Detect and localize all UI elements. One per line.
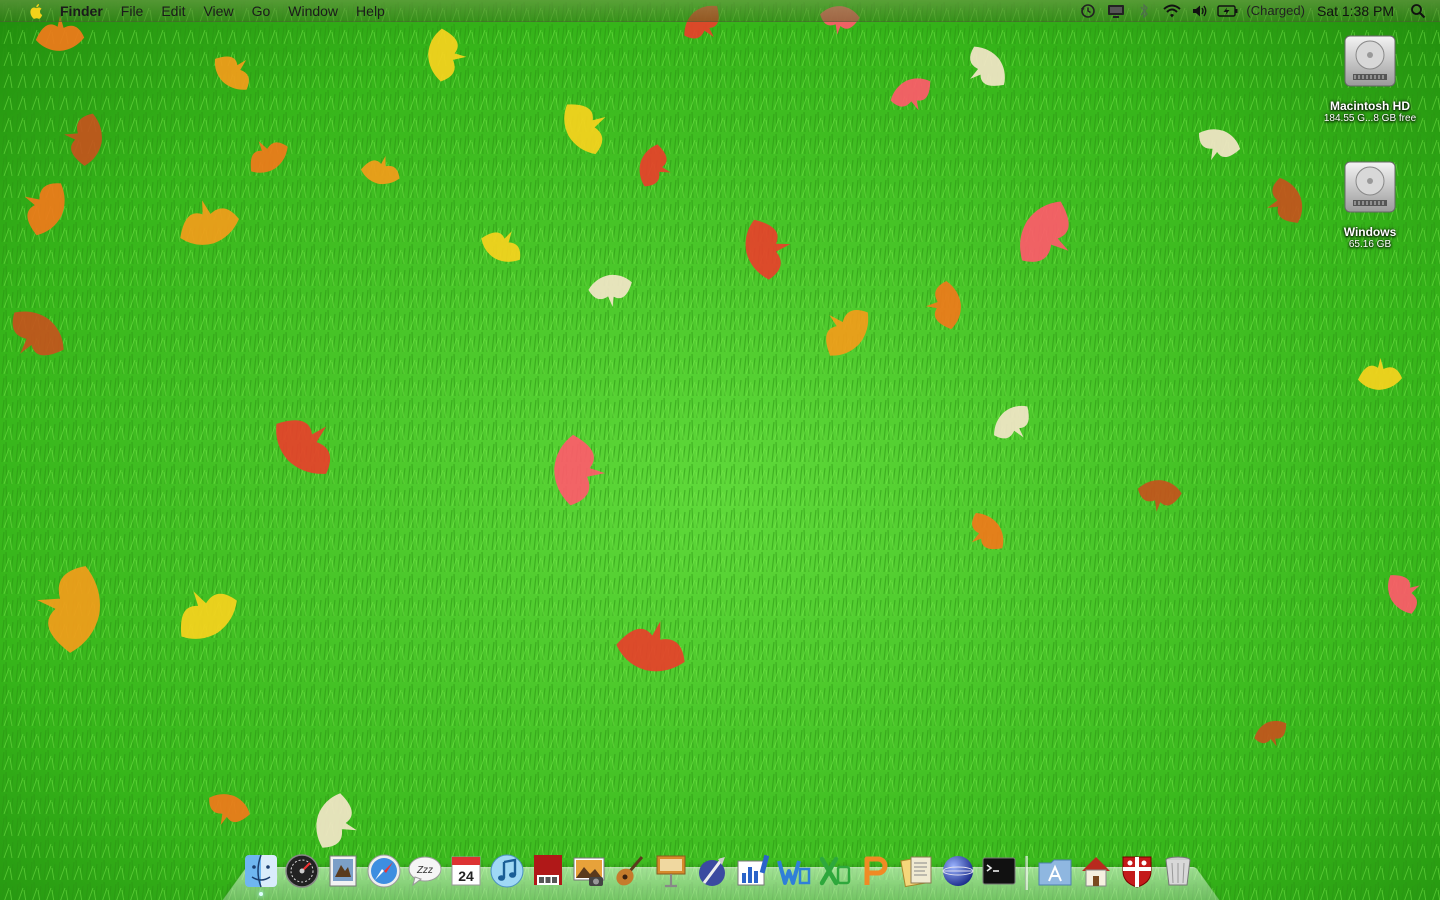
dock-item-garageband[interactable]	[611, 852, 649, 890]
keynote-icon	[656, 855, 685, 888]
drive-name: Windows	[1343, 225, 1397, 239]
terminal-icon	[982, 857, 1015, 885]
desktop: Finder File Edit View Go Window Help (Ch…	[0, 0, 1440, 900]
dock-item-iphoto[interactable]	[570, 852, 608, 890]
dock-item-word[interactable]	[775, 852, 813, 890]
menu-app-finder[interactable]: Finder	[54, 0, 112, 22]
shield-app-icon	[1122, 856, 1151, 888]
applications-folder-icon	[1038, 859, 1071, 886]
preview-icon	[329, 855, 356, 887]
ical-icon: 24	[451, 856, 480, 886]
trash-icon	[1165, 856, 1190, 886]
hard-drive-icon	[1344, 35, 1396, 87]
battery-icon[interactable]	[1217, 0, 1239, 22]
battery-status[interactable]: (Charged)	[1246, 3, 1305, 18]
dock-item-preview[interactable]	[324, 852, 362, 890]
dock-item-keynote[interactable]	[652, 852, 690, 890]
menu-clock[interactable]: Sat 1:38 PM	[1317, 3, 1394, 19]
dock-item-itunes[interactable]	[488, 852, 526, 890]
menu-window[interactable]: Window	[279, 0, 347, 22]
menu-bar: Finder File Edit View Go Window Help (Ch…	[0, 0, 1440, 22]
dock-item-office-doc[interactable]	[898, 852, 936, 890]
dock-item-powerpoint[interactable]	[857, 852, 895, 890]
ichat-icon: Zzz	[408, 856, 441, 887]
menu-view[interactable]: View	[194, 0, 242, 22]
desktop-icon-macintosh-hd[interactable]: Macintosh HD 184.55 G...8 GB free	[1310, 30, 1430, 124]
dock-item-safari[interactable]	[365, 852, 403, 890]
photo-booth-icon	[533, 855, 562, 885]
dock-item-applications-folder[interactable]	[1036, 852, 1074, 890]
garageband-icon	[615, 856, 643, 886]
dock-separator	[1025, 856, 1028, 890]
dock-item-charts[interactable]	[734, 852, 772, 890]
charts-icon	[737, 854, 769, 886]
dock-item-shield-app[interactable]	[1118, 852, 1156, 890]
menu-help[interactable]: Help	[347, 0, 394, 22]
running-indicator	[258, 892, 263, 896]
safari-icon	[367, 854, 400, 888]
dock-item-terminal[interactable]	[980, 852, 1018, 890]
menu-go[interactable]: Go	[243, 0, 280, 22]
wallpaper-grass-leaves	[0, 0, 1440, 900]
dock-item-home[interactable]	[1077, 852, 1115, 890]
time-machine-icon[interactable]	[1077, 0, 1099, 22]
svg-text:Zzz: Zzz	[415, 865, 432, 876]
dock-item-trash[interactable]	[1159, 852, 1197, 890]
spotlight-search-icon[interactable]	[1407, 0, 1429, 22]
globe-icon	[942, 856, 973, 886]
itunes-icon	[490, 854, 523, 888]
dock-item-ichat[interactable]: Zzz	[406, 852, 444, 890]
apple-menu-icon[interactable]	[28, 2, 46, 20]
drive-detail: 184.55 G...8 GB free	[1323, 113, 1417, 124]
dashboard-icon	[284, 854, 319, 888]
excel-icon	[819, 856, 850, 886]
drive-detail: 65.16 GB	[1348, 239, 1392, 250]
quill-icon	[698, 857, 725, 886]
dock-item-finder[interactable]	[242, 852, 280, 896]
hard-drive-icon	[1344, 161, 1396, 213]
wifi-icon[interactable]	[1161, 0, 1183, 22]
dock-item-ical[interactable]: 24	[447, 852, 485, 890]
volume-icon[interactable]	[1189, 0, 1211, 22]
home-icon	[1081, 857, 1110, 887]
drive-name: Macintosh HD	[1329, 99, 1410, 113]
office-doc-icon	[899, 856, 931, 888]
dock-item-dashboard[interactable]	[283, 852, 321, 890]
menu-edit[interactable]: Edit	[152, 0, 194, 22]
word-icon	[776, 860, 810, 885]
powerpoint-icon	[864, 856, 887, 885]
dock-item-globe[interactable]	[939, 852, 977, 890]
dock-item-quill[interactable]	[693, 852, 731, 890]
menu-extras: (Charged) Sat 1:38 PM	[1074, 0, 1440, 22]
dock-item-excel[interactable]	[816, 852, 854, 890]
calendar-day: 24	[458, 868, 474, 884]
dock: Zzz 24	[240, 846, 1198, 896]
display-mirroring-icon[interactable]	[1105, 0, 1127, 22]
dock-item-photo-booth[interactable]	[529, 852, 567, 890]
menu-file[interactable]: File	[112, 0, 153, 22]
iphoto-icon	[573, 857, 604, 886]
bluetooth-icon[interactable]	[1133, 0, 1155, 22]
finder-icon	[244, 854, 277, 888]
desktop-icon-windows[interactable]: Windows 65.16 GB	[1310, 156, 1430, 250]
